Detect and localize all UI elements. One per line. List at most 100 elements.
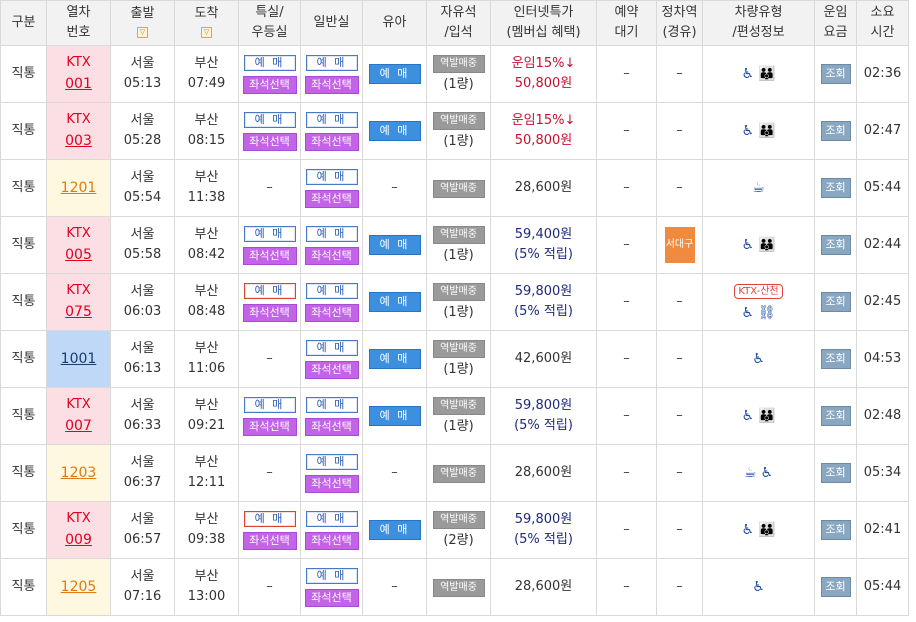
- infant-reserve-button[interactable]: 예 매: [368, 235, 421, 255]
- infant-reserve-button[interactable]: 예 매: [368, 292, 421, 312]
- general-reserve-button[interactable]: 예 매: [305, 283, 358, 299]
- fare-inquiry-button[interactable]: 조회: [820, 349, 851, 369]
- infant-unavailable: –: [391, 579, 398, 594]
- free-seat-cell: 역발매중: [426, 444, 491, 502]
- train-number-link[interactable]: 007: [47, 415, 110, 437]
- train-number-link[interactable]: 1001: [47, 348, 110, 370]
- col-depart[interactable]: 출발 ▽: [110, 0, 175, 46]
- general-seat-select-button[interactable]: 좌석선택: [304, 475, 359, 493]
- special-reserve-button[interactable]: 예 매: [243, 112, 296, 128]
- general-seat-select-button[interactable]: 좌석선택: [304, 532, 359, 550]
- fare-inquiry-button[interactable]: 조회: [820, 577, 851, 597]
- special-reserve-button[interactable]: 예 매: [243, 283, 296, 299]
- arrive-station: 부산: [194, 341, 219, 356]
- train-number-link[interactable]: 001: [47, 73, 110, 95]
- train-number-link[interactable]: 1203: [47, 462, 110, 484]
- table-row: 직통 1001 서울 06:13 부산 11:06– 예 매 좌석선택 예 매 역발매중 (1량) 4…: [0, 330, 909, 388]
- fare-inquiry-button[interactable]: 조회: [820, 235, 851, 255]
- general-seat-select-button[interactable]: 좌석선택: [304, 133, 359, 151]
- duration-value: 05:44: [863, 180, 902, 195]
- depart-station: 서울: [130, 569, 155, 584]
- internet-price-cell: 28,600원: [490, 558, 597, 616]
- col-type: 구분: [0, 0, 47, 46]
- fare-inquiry-button[interactable]: 조회: [820, 292, 851, 312]
- special-seat-select-button[interactable]: 좌석선택: [242, 304, 297, 322]
- general-seat-select-button[interactable]: 좌석선택: [304, 247, 359, 265]
- train-number-link[interactable]: 1201: [47, 177, 110, 199]
- general-reserve-button[interactable]: 예 매: [305, 568, 358, 584]
- schedule-body: 직통 KTX 001 서울 05:13 부산 07:49 예 매 좌석선택 예 매 좌석선택 예 매역…: [0, 45, 909, 616]
- depart-station: 서울: [130, 512, 155, 527]
- general-reserve-button[interactable]: 예 매: [305, 454, 358, 470]
- station-sale-badge: 역발매중: [432, 511, 485, 529]
- stop-cell: –: [656, 159, 703, 217]
- arrive-cell: 부산 07:49: [174, 45, 239, 103]
- special-seat-select-button[interactable]: 좌석선택: [242, 247, 297, 265]
- general-cell: 예 매좌석선택: [300, 387, 363, 445]
- fare-cell: 조회: [814, 387, 857, 445]
- train-number-cell: KTX 001: [47, 46, 110, 102]
- infant-unavailable: –: [391, 180, 398, 195]
- free-seat-cell: 역발매중 (1량): [426, 45, 491, 103]
- general-reserve-button[interactable]: 예 매: [305, 397, 358, 413]
- special-seat-select-button[interactable]: 좌석선택: [242, 76, 297, 94]
- waitlist-cell: –: [596, 387, 657, 445]
- free-seat-cell: 역발매중 (1량): [426, 387, 491, 445]
- special-reserve-button[interactable]: 예 매: [243, 397, 296, 413]
- infant-reserve-button[interactable]: 예 매: [368, 121, 421, 141]
- special-seat-select-button[interactable]: 좌석선택: [242, 532, 297, 550]
- depart-station: 서울: [130, 341, 155, 356]
- infant-reserve-button[interactable]: 예 매: [368, 349, 421, 369]
- wheelchair-icon: ♿: [752, 350, 765, 367]
- depart-station: 서울: [130, 227, 155, 242]
- special-reserve-button[interactable]: 예 매: [243, 55, 296, 71]
- general-reserve-button[interactable]: 예 매: [305, 169, 358, 185]
- special-seat-select-button[interactable]: 좌석선택: [242, 418, 297, 436]
- special-cell: 예 매좌석선택: [238, 501, 301, 559]
- waitlist-value: –: [623, 180, 630, 195]
- price-line-2: (5% 적립): [514, 418, 573, 433]
- sort-icon[interactable]: ▽: [201, 27, 212, 38]
- fare-inquiry-button[interactable]: 조회: [820, 178, 851, 198]
- price-line-1: 59,400원: [514, 227, 573, 242]
- general-reserve-button[interactable]: 예 매: [305, 55, 358, 71]
- arrive-time: 11:06: [187, 361, 226, 376]
- train-number-link[interactable]: 1205: [47, 576, 110, 598]
- table-row: 직통 1205 서울 07:16 부산 13:00 – 예 매 좌석선택 – 역발매중 28,600원…: [0, 558, 909, 616]
- station-sale-badge: 역발매중: [432, 465, 485, 483]
- general-seat-select-button[interactable]: 좌석선택: [304, 361, 359, 379]
- general-reserve-button[interactable]: 예 매: [305, 226, 358, 242]
- fare-inquiry-button[interactable]: 조회: [820, 64, 851, 84]
- fare-inquiry-button[interactable]: 조회: [820, 520, 851, 540]
- general-seat-select-button[interactable]: 좌석선택: [304, 418, 359, 436]
- train-number-cell: KTX 075: [47, 274, 110, 330]
- general-seat-select-button[interactable]: 좌석선택: [304, 589, 359, 607]
- fare-inquiry-button[interactable]: 조회: [820, 463, 851, 483]
- general-reserve-button[interactable]: 예 매: [305, 511, 358, 527]
- fare-inquiry-button[interactable]: 조회: [820, 121, 851, 141]
- train-number-link[interactable]: 003: [47, 130, 110, 152]
- train-number-link[interactable]: 009: [47, 529, 110, 551]
- col-arrive[interactable]: 도착 ▽: [174, 0, 239, 46]
- infant-reserve-button[interactable]: 예 매: [368, 64, 421, 84]
- general-reserve-button[interactable]: 예 매: [305, 340, 358, 356]
- price-line-1: 운임15%↓: [511, 56, 576, 71]
- general-seat-select-button[interactable]: 좌석선택: [304, 76, 359, 94]
- fare-inquiry-button[interactable]: 조회: [820, 406, 851, 426]
- general-seat-select-button[interactable]: 좌석선택: [304, 190, 359, 208]
- general-seat-select-button[interactable]: 좌석선택: [304, 304, 359, 322]
- special-reserve-button[interactable]: 예 매: [243, 511, 296, 527]
- price-line-2: 42,600원: [514, 351, 573, 366]
- infant-reserve-button[interactable]: 예 매: [368, 406, 421, 426]
- train-number-link[interactable]: 005: [47, 244, 110, 266]
- sort-icon[interactable]: ▽: [137, 27, 148, 38]
- infant-reserve-button[interactable]: 예 매: [368, 520, 421, 540]
- train-number-link[interactable]: 075: [47, 301, 110, 323]
- stop-station-badge[interactable]: 서대구: [664, 227, 695, 263]
- free-seat-cell: 역발매중 (1량): [426, 216, 491, 274]
- stop-cell: –: [656, 45, 703, 103]
- special-reserve-button[interactable]: 예 매: [243, 226, 296, 242]
- general-reserve-button[interactable]: 예 매: [305, 112, 358, 128]
- internet-price-cell: 59,800원 (5% 적립): [490, 501, 597, 559]
- special-seat-select-button[interactable]: 좌석선택: [242, 133, 297, 151]
